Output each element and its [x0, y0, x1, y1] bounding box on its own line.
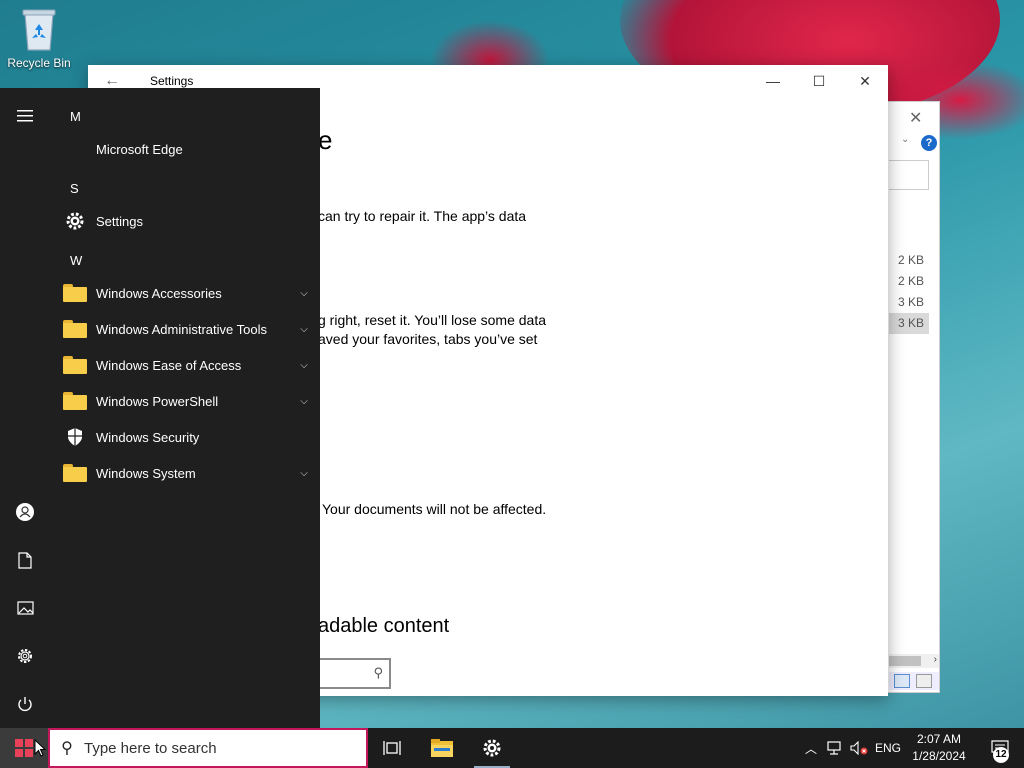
reset-description: aved your favorites, tabs you’ve set: [318, 331, 538, 347]
start-rail: [0, 88, 50, 728]
search-field[interactable]: [889, 160, 929, 190]
horizontal-scrollbar[interactable]: ›: [889, 654, 939, 668]
section-heading: adable content: [318, 615, 450, 637]
file-size: 2 KB: [897, 274, 924, 288]
notification-badge: 12: [993, 747, 1009, 763]
app-item-microsoft-edge[interactable]: Microsoft Edge: [60, 131, 312, 167]
window-title: Settings: [150, 74, 194, 88]
repair-description: can try to repair it. The app’s data: [318, 208, 527, 224]
app-icon-placeholder: [60, 134, 90, 164]
section-letter[interactable]: M: [70, 109, 81, 124]
clock[interactable]: 2:07 AM 1/28/2024: [906, 731, 972, 765]
folder-icon: [60, 350, 90, 380]
taskbar-search[interactable]: ⚲: [48, 728, 368, 768]
gear-icon[interactable]: [0, 632, 50, 680]
large-icons-view-icon[interactable]: [916, 674, 932, 688]
clock-time: 2:07 AM: [916, 732, 962, 746]
chevron-down-icon[interactable]: ⌵: [296, 396, 312, 407]
recycle-bin-icon: [19, 6, 59, 52]
app-item-windows-powershell[interactable]: Windows PowerShell ⌵: [60, 383, 312, 419]
desktop-icon-recycle-bin[interactable]: Recycle Bin: [6, 6, 72, 70]
details-view-icon[interactable]: [894, 674, 910, 688]
search-input[interactable]: [84, 739, 354, 757]
documents-icon[interactable]: [0, 536, 50, 584]
app-item-windows-ease-of-access[interactable]: Windows Ease of Access ⌵: [60, 347, 312, 383]
file-size[interactable]: 3 KB: [889, 313, 929, 334]
pictures-icon[interactable]: [0, 584, 50, 632]
gear-icon: [60, 206, 90, 236]
start-menu: M Microsoft Edge S Settings W Windows Ac…: [0, 88, 320, 728]
chevron-down-icon[interactable]: ⌵: [296, 468, 312, 479]
chevron-down-icon[interactable]: ⌵: [296, 360, 312, 371]
close-button[interactable]: ✕: [842, 65, 888, 97]
app-label: Windows Accessories: [96, 285, 222, 301]
user-icon[interactable]: [0, 488, 50, 536]
shield-icon: [60, 422, 90, 452]
folder-icon: [60, 278, 90, 308]
section-letter[interactable]: W: [70, 253, 82, 268]
search-icon: ⚲: [61, 740, 73, 757]
app-item-settings[interactable]: Settings: [60, 203, 312, 239]
app-label: Windows Ease of Access: [96, 357, 242, 373]
taskbar: ⚲ ︿ ENG 2:07 AM 1/28/2024 12: [0, 728, 1024, 768]
app-item-windows-system[interactable]: Windows System ⌵: [60, 455, 312, 491]
documents-note: Your documents will not be affected.: [322, 501, 547, 517]
mouse-cursor-icon: [34, 738, 47, 762]
app-label: Windows Security: [96, 429, 200, 445]
chevron-down-icon[interactable]: ⌵: [296, 288, 312, 299]
page-title: e: [318, 125, 333, 155]
app-label: Windows PowerShell: [96, 393, 219, 409]
file-size: 2 KB: [897, 253, 924, 267]
hamburger-menu-icon[interactable]: [0, 92, 50, 140]
search-icon: ⚲: [373, 665, 383, 680]
volume-muted-icon[interactable]: [848, 728, 870, 768]
task-view-icon[interactable]: [368, 728, 416, 768]
reset-description: g right, reset it. You’ll lose some data: [318, 312, 547, 328]
close-icon[interactable]: ✕: [909, 108, 922, 128]
section-letter[interactable]: S: [70, 181, 79, 196]
windows-logo-icon: [15, 739, 33, 757]
power-icon[interactable]: [0, 680, 50, 728]
network-icon[interactable]: [824, 728, 846, 768]
app-label: Settings: [96, 213, 143, 229]
app-item-windows-accessories[interactable]: Windows Accessories ⌵: [60, 275, 312, 311]
settings-gear-icon[interactable]: [468, 728, 516, 768]
file-explorer-window[interactable]: ✕ ⌄ ? 2 KB 2 KB 3 KB 3 KB ›: [880, 101, 940, 693]
chevron-down-icon[interactable]: ⌄: [901, 134, 909, 145]
app-label: Microsoft Edge: [96, 141, 183, 157]
folder-icon: [60, 386, 90, 416]
view-switcher: [889, 672, 939, 690]
app-item-windows-administrative-tools[interactable]: Windows Administrative Tools ⌵: [60, 311, 312, 347]
app-label: Windows System: [96, 465, 196, 481]
language-indicator[interactable]: ENG: [872, 728, 904, 768]
desktop-icon-label: Recycle Bin: [7, 56, 71, 70]
file-size: 3 KB: [897, 295, 924, 309]
maximize-button[interactable]: ☐: [796, 65, 842, 97]
folder-icon: [60, 314, 90, 344]
chevron-down-icon[interactable]: ⌵: [296, 324, 312, 335]
app-label: Windows Administrative Tools: [96, 321, 267, 337]
search-input[interactable]: ⚲: [318, 658, 391, 689]
clock-date: 1/28/2024: [912, 749, 966, 763]
help-icon[interactable]: ?: [921, 135, 937, 151]
chevron-right-icon[interactable]: ›: [934, 654, 937, 665]
scrollbar-thumb[interactable]: [889, 656, 921, 666]
app-item-windows-security[interactable]: Windows Security: [60, 419, 312, 455]
minimize-button[interactable]: —: [750, 65, 796, 97]
folder-icon: [60, 458, 90, 488]
chevron-up-icon[interactable]: ︿: [800, 728, 822, 768]
file-explorer-icon[interactable]: [418, 728, 466, 768]
